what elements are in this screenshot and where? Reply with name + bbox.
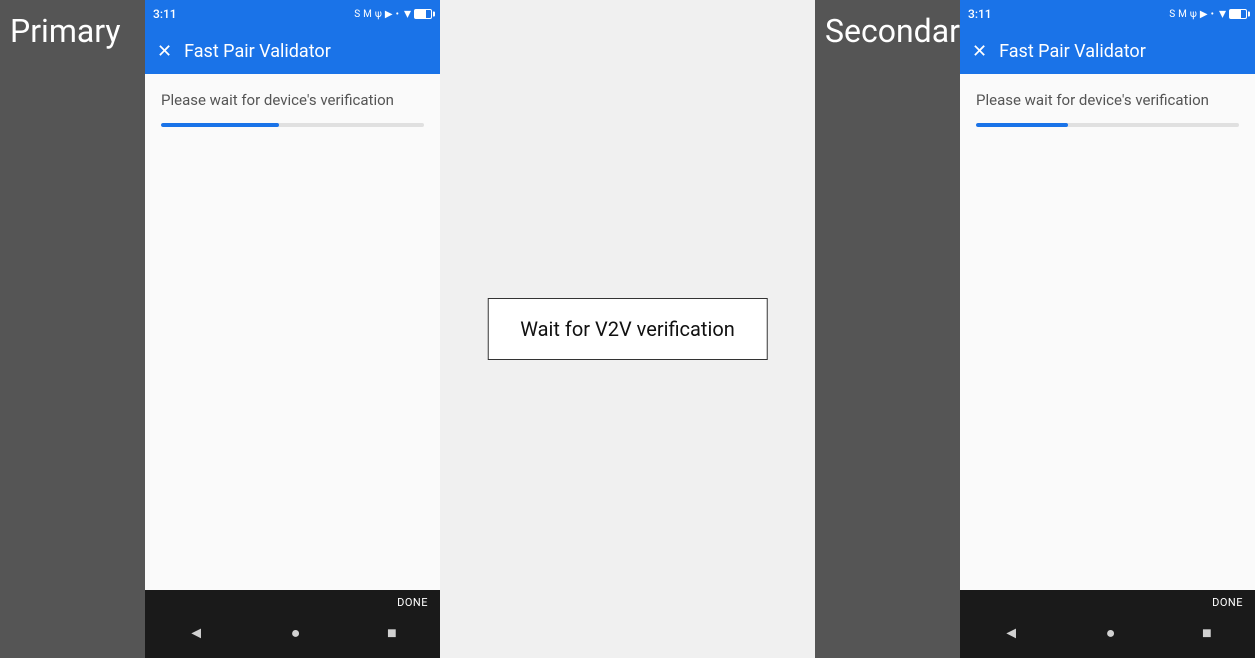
secondary-wifi-icon-text: ψ [1190,9,1197,20]
primary-close-button[interactable]: ✕ [157,41,172,62]
secondary-app-bar: ✕ Fast Pair Validator [960,28,1255,74]
secondary-status-bar: 3:11 S M ψ ▶ • ▾ [960,0,1255,28]
primary-progress-bar [161,123,424,127]
secondary-dot-icon: • [1211,9,1214,20]
primary-app-title: Fast Pair Validator [184,41,331,62]
secondary-signal-icon: M [1178,9,1187,20]
primary-battery-icon [414,9,432,19]
main-layout: Primary 3:11 S M ψ ▶ • ▾ ✕ Fast Pair Val… [0,0,1255,658]
primary-media-icon: ▶ [385,9,393,20]
secondary-recents-button[interactable]: ■ [1202,623,1212,643]
secondary-close-button[interactable]: ✕ [972,41,987,62]
v2v-verification-box: Wait for V2V verification [487,298,768,360]
primary-label: Primary [0,0,145,658]
secondary-media-icon: ▶ [1200,9,1208,20]
secondary-battery-icon [1229,9,1247,19]
primary-nav-bar: DONE ◄ ● ■ [145,590,440,658]
primary-done-label: DONE [145,590,440,613]
primary-signal-icon: M [363,9,372,20]
secondary-done-label: DONE [960,590,1255,613]
v2v-text: Wait for V2V verification [520,317,735,341]
secondary-nav-bar: DONE ◄ ● ■ [960,590,1255,658]
secondary-progress-bar [976,123,1239,127]
secondary-phone: 3:11 S M ψ ▶ • ▾ ✕ Fast Pair Validator P… [960,0,1255,658]
secondary-app-title: Fast Pair Validator [999,41,1146,62]
primary-wifi-icon: ▾ [404,6,411,22]
secondary-home-button[interactable]: ● [1106,623,1116,643]
secondary-progress-fill [976,123,1068,127]
primary-back-button[interactable]: ◄ [188,623,204,643]
primary-wifi-icon-text: ψ [375,9,382,20]
secondary-content: Please wait for device's verification [960,74,1255,590]
secondary-verification-text: Please wait for device's verification [976,90,1239,111]
primary-app-bar: ✕ Fast Pair Validator [145,28,440,74]
primary-time: 3:11 [153,7,177,21]
primary-progress-fill [161,123,279,127]
primary-phone: 3:11 S M ψ ▶ • ▾ ✕ Fast Pair Validator P… [145,0,440,658]
primary-recents-button[interactable]: ■ [387,623,397,643]
primary-status-icons: S M ψ ▶ • ▾ [354,6,432,22]
primary-home-button[interactable]: ● [291,623,301,643]
secondary-wifi-icon: ▾ [1219,6,1226,22]
secondary-label: Secondary [815,0,960,658]
primary-verification-text: Please wait for device's verification [161,90,424,111]
secondary-back-button[interactable]: ◄ [1003,623,1019,643]
secondary-sim-icon: S [1169,9,1175,20]
center-area: Wait for V2V verification [440,0,815,658]
primary-status-bar: 3:11 S M ψ ▶ • ▾ [145,0,440,28]
secondary-time: 3:11 [968,7,992,21]
secondary-nav-buttons: ◄ ● ■ [960,613,1255,658]
primary-nav-buttons: ◄ ● ■ [145,613,440,658]
primary-content: Please wait for device's verification [145,74,440,590]
secondary-status-icons: S M ψ ▶ • ▾ [1169,6,1247,22]
primary-sim-icon: S [354,9,360,20]
primary-dot-icon: • [396,9,399,20]
